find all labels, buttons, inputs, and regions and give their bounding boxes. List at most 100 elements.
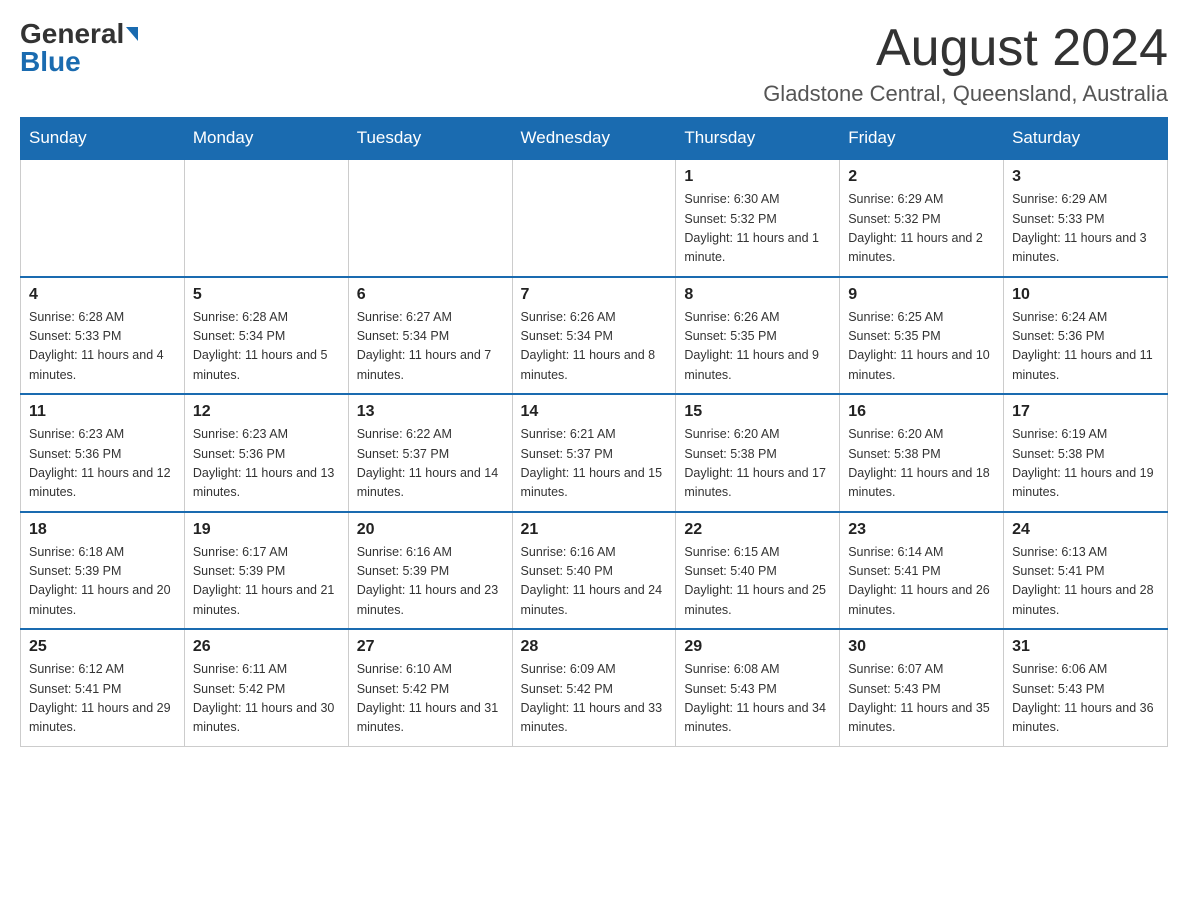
day-number: 9	[848, 286, 995, 304]
calendar-cell: 15Sunrise: 6:20 AM Sunset: 5:38 PM Dayli…	[676, 394, 840, 512]
logo-general-text: General	[20, 20, 124, 48]
calendar-week-row: 11 Sunrise: 6:23 AM Sunset: 5:36 PM Dayli…	[21, 394, 1168, 512]
day-info: Sunrise: 6:21 AM Sunset: 5:37 PM Dayligh…	[521, 425, 668, 503]
day-number: 2	[848, 168, 995, 186]
day-number: 26	[193, 638, 340, 656]
calendar-cell: 6Sunrise: 6:27 AM Sunset: 5:34 PM Daylig…	[348, 277, 512, 395]
day-info: Sunrise: 6:20 AM Sunset: 5:38 PM Dayligh…	[684, 425, 831, 503]
day-number: 7	[521, 286, 668, 304]
calendar-cell: 31 Sunrise: 6:06 AM Sunset: 5:43 PM Dayli…	[1004, 629, 1168, 746]
calendar-cell: 24 Sunrise: 6:13 AM Sunset: 5:41 PM Dayli…	[1004, 512, 1168, 630]
calendar-cell: 8 Sunrise: 6:26 AM Sunset: 5:35 PM Daylig…	[676, 277, 840, 395]
day-number: 22	[684, 521, 831, 539]
day-info: Sunrise: 6:26 AM Sunset: 5:34 PM Dayligh…	[521, 308, 668, 386]
calendar-header-row: SundayMondayTuesdayWednesdayThursdayFrid…	[21, 118, 1168, 160]
day-number: 23	[848, 521, 995, 539]
day-info: Sunrise: 6:11 AM Sunset: 5:42 PM Dayligh…	[193, 660, 340, 738]
day-info: Sunrise: 6:28 AM Sunset: 5:34 PM Dayligh…	[193, 308, 340, 386]
logo: General Blue	[20, 20, 138, 76]
location-title: Gladstone Central, Queensland, Australia	[763, 81, 1168, 107]
day-header-monday: Monday	[184, 118, 348, 160]
day-header-sunday: Sunday	[21, 118, 185, 160]
calendar-cell: 28 Sunrise: 6:09 AM Sunset: 5:42 PM Dayli…	[512, 629, 676, 746]
calendar-cell: 26 Sunrise: 6:11 AM Sunset: 5:42 PM Dayli…	[184, 629, 348, 746]
day-info: Sunrise: 6:23 AM Sunset: 5:36 PM Dayligh…	[193, 425, 340, 503]
day-number: 20	[357, 521, 504, 539]
day-number: 24	[1012, 521, 1159, 539]
day-number: 4	[29, 286, 176, 304]
calendar-cell	[348, 159, 512, 277]
day-number: 5	[193, 286, 340, 304]
calendar-week-row: 1 Sunrise: 6:30 AM Sunset: 5:32 PM Daylig…	[21, 159, 1168, 277]
calendar-cell	[184, 159, 348, 277]
calendar-cell: 18Sunrise: 6:18 AM Sunset: 5:39 PM Dayli…	[21, 512, 185, 630]
logo-blue-text: Blue	[20, 48, 81, 76]
day-info: Sunrise: 6:29 AM Sunset: 5:32 PM Dayligh…	[848, 190, 995, 268]
day-number: 12	[193, 403, 340, 421]
day-number: 3	[1012, 168, 1159, 186]
day-info: Sunrise: 6:07 AM Sunset: 5:43 PM Dayligh…	[848, 660, 995, 738]
day-info: Sunrise: 6:16 AM Sunset: 5:40 PM Dayligh…	[521, 543, 668, 621]
calendar-cell: 22 Sunrise: 6:15 AM Sunset: 5:40 PM Dayli…	[676, 512, 840, 630]
day-number: 19	[193, 521, 340, 539]
day-number: 28	[521, 638, 668, 656]
day-number: 14	[521, 403, 668, 421]
day-number: 18	[29, 521, 176, 539]
day-info: Sunrise: 6:29 AM Sunset: 5:33 PM Dayligh…	[1012, 190, 1159, 268]
day-info: Sunrise: 6:23 AM Sunset: 5:36 PM Dayligh…	[29, 425, 176, 503]
calendar-cell: 23 Sunrise: 6:14 AM Sunset: 5:41 PM Dayli…	[840, 512, 1004, 630]
day-info: Sunrise: 6:10 AM Sunset: 5:42 PM Dayligh…	[357, 660, 504, 738]
day-number: 8	[684, 286, 831, 304]
calendar-cell: 14 Sunrise: 6:21 AM Sunset: 5:37 PM Dayli…	[512, 394, 676, 512]
calendar-cell: 25Sunrise: 6:12 AM Sunset: 5:41 PM Dayli…	[21, 629, 185, 746]
day-number: 10	[1012, 286, 1159, 304]
page-header: General Blue August 2024 Gladstone Centr…	[20, 20, 1168, 107]
calendar-cell: 7 Sunrise: 6:26 AM Sunset: 5:34 PM Daylig…	[512, 277, 676, 395]
day-number: 27	[357, 638, 504, 656]
calendar-cell: 13Sunrise: 6:22 AM Sunset: 5:37 PM Dayli…	[348, 394, 512, 512]
calendar-cell	[21, 159, 185, 277]
day-info: Sunrise: 6:26 AM Sunset: 5:35 PM Dayligh…	[684, 308, 831, 386]
calendar-cell: 21Sunrise: 6:16 AM Sunset: 5:40 PM Dayli…	[512, 512, 676, 630]
calendar-cell: 17 Sunrise: 6:19 AM Sunset: 5:38 PM Dayli…	[1004, 394, 1168, 512]
day-number: 1	[684, 168, 831, 186]
day-info: Sunrise: 6:06 AM Sunset: 5:43 PM Dayligh…	[1012, 660, 1159, 738]
calendar-cell: 4Sunrise: 6:28 AM Sunset: 5:33 PM Daylig…	[21, 277, 185, 395]
calendar-cell: 12 Sunrise: 6:23 AM Sunset: 5:36 PM Dayli…	[184, 394, 348, 512]
day-header-friday: Friday	[840, 118, 1004, 160]
day-number: 11	[29, 403, 176, 421]
day-info: Sunrise: 6:13 AM Sunset: 5:41 PM Dayligh…	[1012, 543, 1159, 621]
day-info: Sunrise: 6:25 AM Sunset: 5:35 PM Dayligh…	[848, 308, 995, 386]
day-header-thursday: Thursday	[676, 118, 840, 160]
calendar-week-row: 4Sunrise: 6:28 AM Sunset: 5:33 PM Daylig…	[21, 277, 1168, 395]
calendar-cell: 19 Sunrise: 6:17 AM Sunset: 5:39 PM Dayli…	[184, 512, 348, 630]
day-info: Sunrise: 6:14 AM Sunset: 5:41 PM Dayligh…	[848, 543, 995, 621]
day-number: 6	[357, 286, 504, 304]
day-header-tuesday: Tuesday	[348, 118, 512, 160]
day-number: 29	[684, 638, 831, 656]
calendar-cell: 1 Sunrise: 6:30 AM Sunset: 5:32 PM Daylig…	[676, 159, 840, 277]
day-info: Sunrise: 6:16 AM Sunset: 5:39 PM Dayligh…	[357, 543, 504, 621]
day-info: Sunrise: 6:24 AM Sunset: 5:36 PM Dayligh…	[1012, 308, 1159, 386]
day-info: Sunrise: 6:19 AM Sunset: 5:38 PM Dayligh…	[1012, 425, 1159, 503]
calendar-cell: 20 Sunrise: 6:16 AM Sunset: 5:39 PM Dayli…	[348, 512, 512, 630]
day-number: 17	[1012, 403, 1159, 421]
month-title: August 2024	[763, 20, 1168, 77]
day-info: Sunrise: 6:30 AM Sunset: 5:32 PM Dayligh…	[684, 190, 831, 268]
day-header-saturday: Saturday	[1004, 118, 1168, 160]
calendar-cell: 30Sunrise: 6:07 AM Sunset: 5:43 PM Dayli…	[840, 629, 1004, 746]
day-number: 25	[29, 638, 176, 656]
day-number: 13	[357, 403, 504, 421]
day-number: 16	[848, 403, 995, 421]
day-number: 31	[1012, 638, 1159, 656]
calendar-cell: 9 Sunrise: 6:25 AM Sunset: 5:35 PM Daylig…	[840, 277, 1004, 395]
calendar-week-row: 18Sunrise: 6:18 AM Sunset: 5:39 PM Dayli…	[21, 512, 1168, 630]
calendar-cell: 29Sunrise: 6:08 AM Sunset: 5:43 PM Dayli…	[676, 629, 840, 746]
day-info: Sunrise: 6:17 AM Sunset: 5:39 PM Dayligh…	[193, 543, 340, 621]
day-info: Sunrise: 6:09 AM Sunset: 5:42 PM Dayligh…	[521, 660, 668, 738]
day-info: Sunrise: 6:15 AM Sunset: 5:40 PM Dayligh…	[684, 543, 831, 621]
logo-arrow-icon	[126, 27, 138, 41]
calendar-cell: 2 Sunrise: 6:29 AM Sunset: 5:32 PM Daylig…	[840, 159, 1004, 277]
calendar-cell: 11 Sunrise: 6:23 AM Sunset: 5:36 PM Dayli…	[21, 394, 185, 512]
calendar-cell: 3 Sunrise: 6:29 AM Sunset: 5:33 PM Daylig…	[1004, 159, 1168, 277]
